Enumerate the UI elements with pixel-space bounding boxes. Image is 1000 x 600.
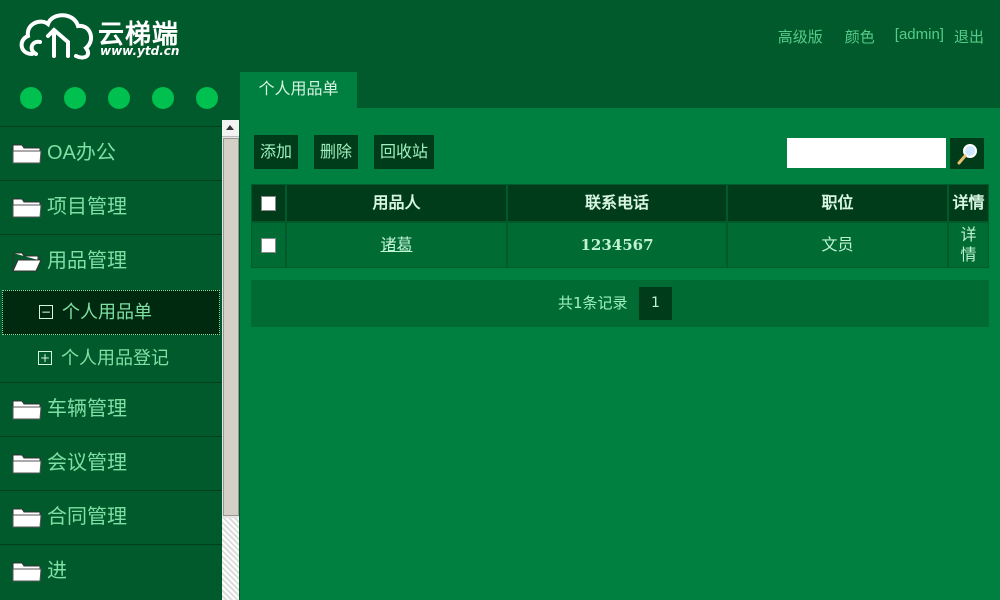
page-button[interactable]: 1 — [639, 287, 672, 320]
sidebar-subitem-personal-list[interactable]: − 个人用品单 — [2, 290, 220, 335]
scroll-up-icon[interactable] — [222, 120, 239, 137]
sidebar-scrollbar[interactable] — [222, 120, 239, 600]
table-cell-phone: 1234567 — [507, 222, 727, 268]
scroll-thumb[interactable] — [223, 138, 239, 516]
theme-dot[interactable] — [64, 87, 86, 109]
column-header-position[interactable]: 职位 — [727, 184, 948, 222]
search-input[interactable] — [787, 138, 946, 168]
sidebar-subitem-personal-register[interactable]: + 个人用品登记 — [0, 335, 222, 382]
color-link[interactable]: 颜色 — [845, 26, 875, 47]
folder-icon — [12, 454, 42, 474]
table-cell-position: 文员 — [727, 222, 948, 268]
row-checkbox[interactable] — [261, 238, 276, 253]
pagination: 共1条记录 1 — [251, 280, 989, 327]
theme-dot[interactable] — [152, 87, 174, 109]
sidebar-item-label: 用品管理 — [47, 250, 127, 272]
tab-personal-list[interactable]: 个人用品单 — [240, 72, 357, 108]
column-header-detail: 详情 — [948, 184, 989, 222]
table-cell-user: 诸葛 — [286, 222, 507, 268]
sidebar-item-more[interactable]: 进 — [0, 544, 222, 598]
sidebar-item-label: OA办公 — [47, 142, 116, 164]
folder-open-icon — [12, 252, 42, 272]
theme-dots — [20, 87, 240, 109]
brand-url: www.ytd.cn — [100, 44, 180, 58]
logout-link[interactable]: 退出 — [954, 26, 984, 47]
folder-icon — [12, 144, 42, 164]
sidebar-subitem-label: 个人用品登记 — [61, 348, 169, 369]
add-button[interactable]: 添加 — [254, 135, 298, 169]
sidebar-subitem-label: 个人用品单 — [62, 302, 152, 323]
folder-icon — [12, 562, 42, 582]
theme-dot[interactable] — [108, 87, 130, 109]
top-nav: 高级版 颜色 [admin] 退出 — [756, 26, 984, 47]
select-all-checkbox[interactable] — [261, 196, 276, 211]
row-checkbox-cell — [251, 222, 286, 268]
sidebar-item-oa[interactable]: OA办公 — [0, 126, 222, 180]
sidebar-menu: OA办公 项目管理 用品管理 − 个人用品单 + 个人用品登记 车辆管理 会议管… — [0, 126, 222, 600]
data-table: 用品人 联系电话 职位 详情 诸葛 1234567 文员 详情 — [251, 184, 989, 268]
header-checkbox-cell — [251, 184, 286, 222]
sidebar-item-label: 项目管理 — [47, 196, 127, 218]
theme-dot[interactable] — [20, 87, 42, 109]
header: 云梯端 www.ytd.cn 高级版 颜色 [admin] 退出 — [0, 0, 1000, 72]
sidebar-item-label: 合同管理 — [47, 506, 127, 528]
advanced-edition-link[interactable]: 高级版 — [778, 26, 823, 47]
tab-bar: 个人用品单 — [240, 72, 1000, 108]
sidebar-item-label: 会议管理 — [47, 452, 127, 474]
recycle-bin-button[interactable]: 回收站 — [374, 135, 434, 169]
sidebar-item-supplies[interactable]: 用品管理 — [0, 234, 222, 288]
user-link[interactable]: [admin] — [895, 26, 944, 47]
sidebar-item-label: 进 — [47, 560, 67, 582]
sidebar-item-vehicle[interactable]: 车辆管理 — [0, 382, 222, 436]
sidebar-item-label: 车辆管理 — [47, 398, 127, 420]
sidebar-item-meeting[interactable]: 会议管理 — [0, 436, 222, 490]
theme-dot[interactable] — [196, 87, 218, 109]
delete-button[interactable]: 删除 — [314, 135, 358, 169]
collapse-icon: − — [39, 305, 53, 319]
search-button[interactable] — [950, 138, 984, 169]
sidebar: OA办公 项目管理 用品管理 − 个人用品单 + 个人用品登记 车辆管理 会议管… — [0, 72, 240, 600]
folder-icon — [12, 198, 42, 218]
expand-icon: + — [38, 351, 52, 365]
cloud-logo-icon — [19, 13, 94, 60]
user-link[interactable]: 诸葛 — [380, 235, 412, 254]
search-icon — [957, 144, 977, 165]
record-count: 共1条记录 — [558, 294, 628, 312]
logo[interactable]: 云梯端 www.ytd.cn — [18, 10, 218, 64]
scroll-track[interactable] — [222, 518, 239, 600]
sidebar-item-project[interactable]: 项目管理 — [0, 180, 222, 234]
folder-icon — [12, 508, 42, 528]
detail-link[interactable]: 详情 — [948, 222, 989, 268]
column-header-user[interactable]: 用品人 — [286, 184, 507, 222]
folder-icon — [12, 400, 42, 420]
column-header-phone[interactable]: 联系电话 — [507, 184, 727, 222]
sidebar-item-contract[interactable]: 合同管理 — [0, 490, 222, 544]
